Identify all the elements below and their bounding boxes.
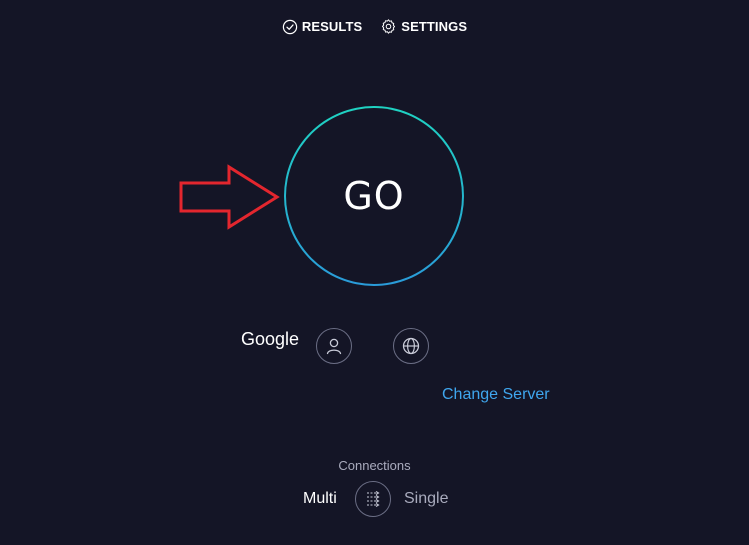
user-info — [316, 328, 352, 364]
server-provider-name: Google — [241, 329, 300, 349]
settings-label: SETTINGS — [401, 19, 468, 34]
multi-connection-icon — [367, 491, 380, 507]
connections-multi-option[interactable]: Multi — [303, 490, 337, 508]
red-arrow-icon — [179, 164, 280, 230]
gear-icon — [382, 19, 396, 34]
connections-label: Connections — [338, 458, 411, 473]
top-nav: RESULTS SETTINGS — [0, 18, 749, 35]
go-label: GO — [343, 174, 405, 218]
connections-single-option[interactable]: Single — [404, 490, 448, 508]
server-globe-button[interactable] — [393, 328, 429, 364]
check-circle-icon — [282, 19, 298, 34]
go-button[interactable]: GO — [284, 106, 464, 286]
settings-tab[interactable]: SETTINGS — [380, 18, 467, 35]
connections-toggle[interactable] — [355, 481, 391, 517]
globe-icon — [402, 337, 420, 355]
user-icon — [326, 338, 342, 355]
results-label: RESULTS — [301, 19, 363, 34]
change-server-link[interactable]: Change Server — [442, 386, 550, 404]
results-tab[interactable]: RESULTS — [282, 18, 362, 35]
